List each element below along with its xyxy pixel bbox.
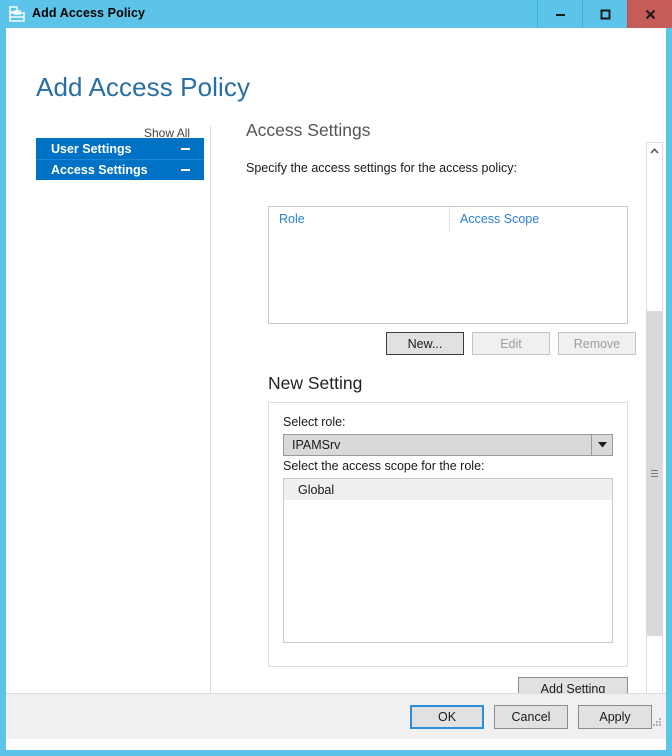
minimize-icon [555, 13, 565, 16]
list-action-buttons: New... Edit Remove [386, 332, 636, 355]
sidebar-item-user-settings[interactable]: User Settings [36, 138, 204, 159]
apply-button[interactable]: Apply [578, 705, 652, 729]
maximize-button[interactable] [582, 0, 627, 28]
new-setting-title: New Setting [268, 373, 363, 393]
vertical-scrollbar[interactable] [646, 142, 663, 708]
footer-buttons: OK Cancel Apply [410, 705, 652, 729]
title-bar[interactable]: Add Access Policy [0, 0, 672, 28]
list-header-row: Role Access Scope [269, 207, 627, 233]
sidebar-item-access-settings[interactable]: Access Settings [36, 159, 204, 180]
resize-grip-icon[interactable] [652, 714, 662, 726]
select-scope-label: Select the access scope for the role: [283, 459, 485, 473]
role-dropdown[interactable]: IPAMSrv [283, 434, 613, 456]
dialog-window: Add Access Policy Add Access Policy Show… [0, 0, 672, 756]
close-icon [645, 9, 655, 19]
section-title: Access Settings [246, 120, 371, 140]
remove-button: Remove [558, 332, 636, 355]
column-header-role[interactable]: Role [269, 207, 449, 233]
window-controls [537, 0, 672, 28]
collapse-icon[interactable] [181, 147, 190, 150]
column-header-access-scope[interactable]: Access Scope [449, 207, 627, 233]
sidebar-item-label: Access Settings [51, 163, 148, 177]
window-title: Add Access Policy [32, 6, 146, 20]
page-title: Add Access Policy [36, 72, 251, 103]
access-scope-list[interactable]: Global [283, 478, 613, 643]
access-settings-list[interactable]: Role Access Scope [268, 206, 628, 324]
select-role-label: Select role: [283, 415, 346, 429]
collapse-icon[interactable] [181, 169, 190, 171]
edit-button: Edit [472, 332, 550, 355]
client-area: Add Access Policy Show All User Settings… [6, 28, 666, 750]
role-dropdown-value: IPAMSrv [292, 438, 341, 452]
content-pane: Access Settings Specify the access setti… [246, 120, 642, 175]
ok-button[interactable]: OK [410, 705, 484, 729]
scrollbar-grip-icon [651, 468, 658, 479]
dialog-footer: OK Cancel Apply [6, 693, 666, 739]
cancel-button[interactable]: Cancel [494, 705, 568, 729]
navigation-pane: User Settings Access Settings [36, 138, 204, 180]
list-item[interactable]: Global [284, 479, 612, 500]
new-setting-group: Select role: IPAMSrv Select the access s… [268, 402, 628, 667]
maximize-icon [600, 9, 610, 19]
policy-document-icon [8, 5, 26, 23]
pane-divider [210, 126, 211, 706]
minimize-button[interactable] [537, 0, 582, 28]
new-button[interactable]: New... [386, 332, 464, 355]
close-button[interactable] [627, 0, 672, 28]
scroll-up-icon[interactable] [647, 143, 662, 159]
instruction-label: Specify the access settings for the acce… [246, 161, 517, 175]
chevron-down-icon[interactable] [591, 435, 612, 455]
sidebar-item-label: User Settings [51, 141, 132, 156]
scrollbar-thumb[interactable] [647, 311, 662, 636]
